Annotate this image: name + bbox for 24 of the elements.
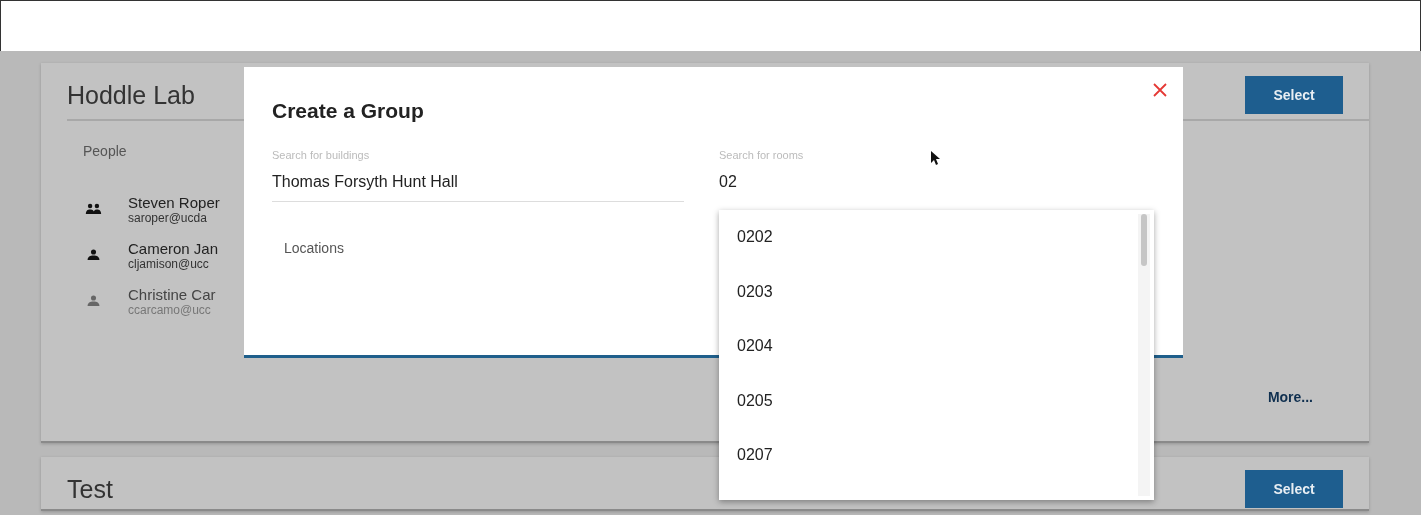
select-button[interactable]: Select [1245,76,1343,114]
card-title: Test [67,474,113,504]
scrollbar[interactable] [1138,214,1150,496]
locations-label: Locations [284,240,345,256]
person-name: Steven Roper [128,193,220,211]
room-option[interactable]: 0202 [719,216,1138,271]
card-title: Hoddle Lab [67,80,195,110]
select-button[interactable]: Select [1245,470,1343,508]
room-option[interactable]: 0205 [719,379,1138,434]
person-name: Cameron Jan [128,239,219,257]
person-email: saroper@ucda [128,210,207,225]
cursor-icon [930,150,940,166]
room-option[interactable]: 0207 [719,434,1138,489]
person-email: ccarcamo@ucc [128,302,212,317]
building-search-field[interactable]: Search for buildings Thomas Forsyth Hunt Hall [272,149,684,202]
close-icon[interactable] [1153,83,1167,97]
dialog-title: Create a Group [272,99,425,123]
room-search-field[interactable]: Search for rooms 02 [719,149,1131,202]
person-email: cljamison@ucc [128,256,210,271]
person-name: Christine Car [128,285,216,303]
room-option[interactable]: 0204 [719,325,1138,380]
room-option[interactable]: 0203 [719,270,1138,325]
more-link[interactable]: More... [1267,389,1313,405]
section-label: People [83,143,127,159]
